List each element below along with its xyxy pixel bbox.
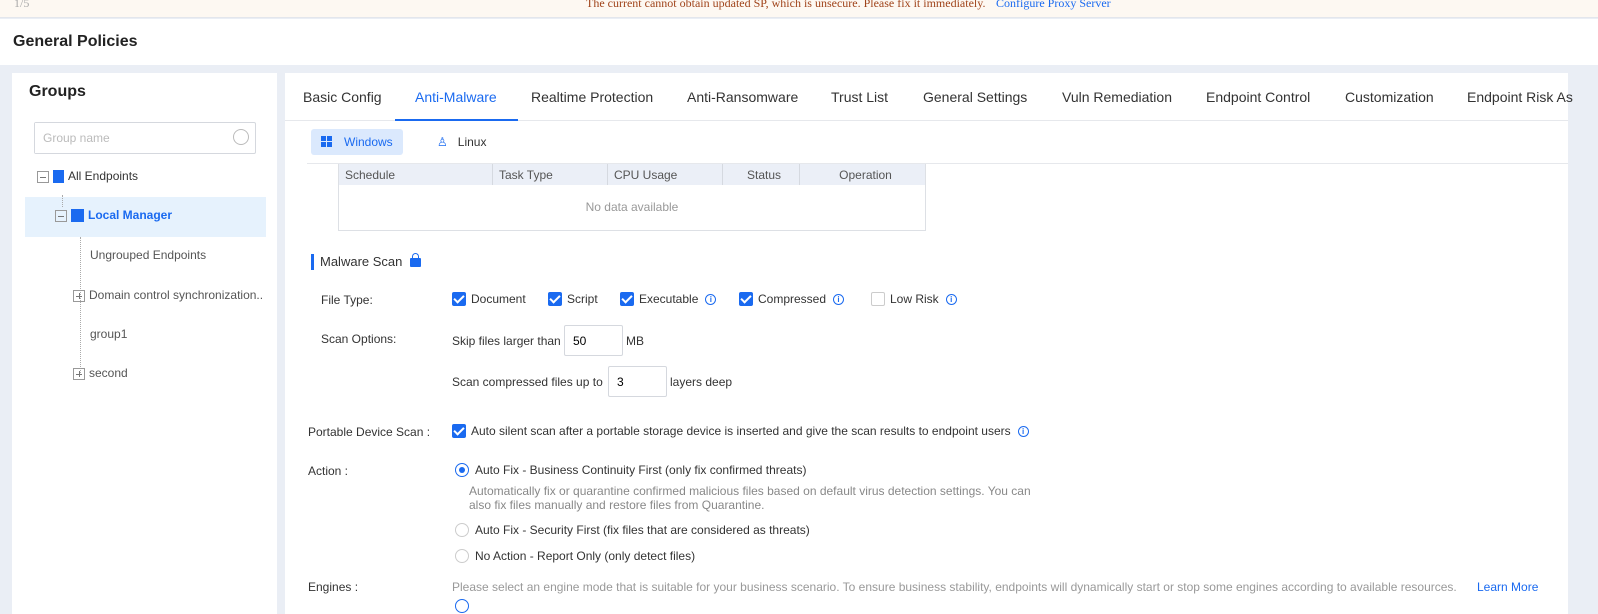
checkbox-script[interactable]: Script	[548, 292, 598, 306]
os-tab-linux[interactable]: ♙ Linux	[427, 129, 496, 155]
section-title-malware-scan: Malware Scan	[311, 253, 422, 270]
engines-description: Please select an engine mode that is sui…	[452, 580, 1457, 594]
checkbox-portable-scan[interactable]: Auto silent scan after a portable storag…	[452, 424, 1029, 438]
engines-label: Engines :	[308, 580, 359, 594]
tree-item-second[interactable]: second	[73, 363, 128, 383]
skip-files-label: Skip files larger than	[452, 334, 561, 348]
search-icon[interactable]	[233, 129, 249, 145]
list-icon	[53, 170, 64, 184]
configure-proxy-link[interactable]: Configure Proxy Server	[996, 0, 1111, 11]
tab-vuln-remediation[interactable]: Vuln Remediation	[1062, 89, 1172, 105]
tree-item-local-manager[interactable]: Local Manager	[55, 205, 172, 225]
engine-radio[interactable]	[455, 599, 469, 613]
page-header: General Policies	[0, 19, 1598, 65]
tab-realtime-protection[interactable]: Realtime Protection	[531, 89, 653, 105]
tab-trust-list[interactable]: Trust List	[831, 89, 888, 105]
windows-icon	[321, 136, 332, 147]
group-search-input[interactable]	[35, 123, 215, 153]
tab-anti-ransomware[interactable]: Anti-Ransomware	[687, 89, 798, 105]
expand-icon[interactable]	[73, 289, 85, 302]
tab-endpoint-risk[interactable]: Endpoint Risk As	[1467, 89, 1573, 105]
banner-message: The current cannot obtain updated SP, wh…	[586, 0, 986, 10]
expand-icon[interactable]	[73, 367, 85, 380]
checkbox-document[interactable]: Document	[452, 292, 526, 306]
tab-anti-malware[interactable]: Anti-Malware	[395, 89, 518, 121]
action-label: Action :	[308, 464, 349, 478]
page-title: General Policies	[13, 33, 138, 50]
collapse-icon[interactable]	[55, 209, 67, 222]
radio-no-action[interactable]: No Action - Report Only (only detect fil…	[455, 549, 695, 563]
info-icon[interactable]: i	[833, 293, 845, 305]
tab-customization[interactable]: Customization	[1345, 89, 1434, 105]
collapse-icon[interactable]	[37, 170, 49, 183]
checkbox-compressed[interactable]: Compressed i	[739, 292, 845, 306]
checkbox-low-risk[interactable]: Low Risk i	[871, 292, 957, 306]
compressed-depth-label: Scan compressed files up to	[452, 375, 603, 389]
os-tab-windows[interactable]: Windows	[311, 129, 403, 155]
radio-auto-fix-business[interactable]: Auto Fix - Business Continuity First (on…	[455, 463, 806, 477]
tab-general-settings[interactable]: General Settings	[923, 89, 1027, 105]
tree-item-domain-sync[interactable]: Domain control synchronization..	[73, 285, 263, 305]
info-icon[interactable]: i	[1017, 425, 1029, 437]
scan-task-table: Schedule Task Type CPU Usage Status Operatio…	[338, 164, 926, 231]
building-icon	[71, 209, 84, 223]
groups-title: Groups	[29, 83, 86, 100]
skip-unit-label: MB	[626, 334, 644, 348]
warning-banner: 1/5 The current cannot obtain updated SP…	[0, 0, 1598, 18]
scan-options-label: Scan Options:	[321, 332, 397, 346]
group-search[interactable]	[34, 122, 256, 154]
info-icon[interactable]: i	[945, 293, 957, 305]
tree-item-ungrouped[interactable]: Ungrouped Endpoints	[90, 245, 206, 265]
policy-panel: Basic Config Anti-Malware Realtime Prote…	[285, 73, 1573, 614]
radio-auto-fix-security[interactable]: Auto Fix - Security First (fix files tha…	[455, 523, 810, 537]
compressed-depth-input[interactable]	[608, 366, 667, 397]
skip-size-input[interactable]	[564, 325, 623, 356]
empty-state: No data available	[585, 200, 679, 215]
layers-deep-label: layers deep	[670, 375, 733, 389]
info-icon[interactable]: i	[705, 293, 717, 305]
tab-endpoint-control[interactable]: Endpoint Control	[1206, 89, 1310, 105]
tab-basic-config[interactable]: Basic Config	[303, 89, 382, 105]
action-description: Automatically fix or quarantine confirme…	[469, 484, 1031, 512]
tree-item-all-endpoints[interactable]: All Endpoints	[37, 166, 138, 186]
banner-pagination[interactable]: 1/5	[14, 0, 29, 11]
learn-more-link[interactable]: Learn More	[1477, 580, 1538, 594]
checkbox-executable[interactable]: Executable i	[620, 292, 717, 306]
tree-item-group1[interactable]: group1	[90, 324, 127, 344]
linux-icon: ♙	[437, 135, 448, 149]
lock-icon	[410, 253, 422, 267]
groups-panel: Groups All Endpoints Local Manager Ungro…	[12, 73, 277, 614]
file-type-label: File Type:	[321, 293, 373, 307]
portable-device-label: Portable Device Scan :	[308, 425, 431, 439]
policy-tabs: Basic Config Anti-Malware Realtime Prote…	[285, 73, 1573, 121]
